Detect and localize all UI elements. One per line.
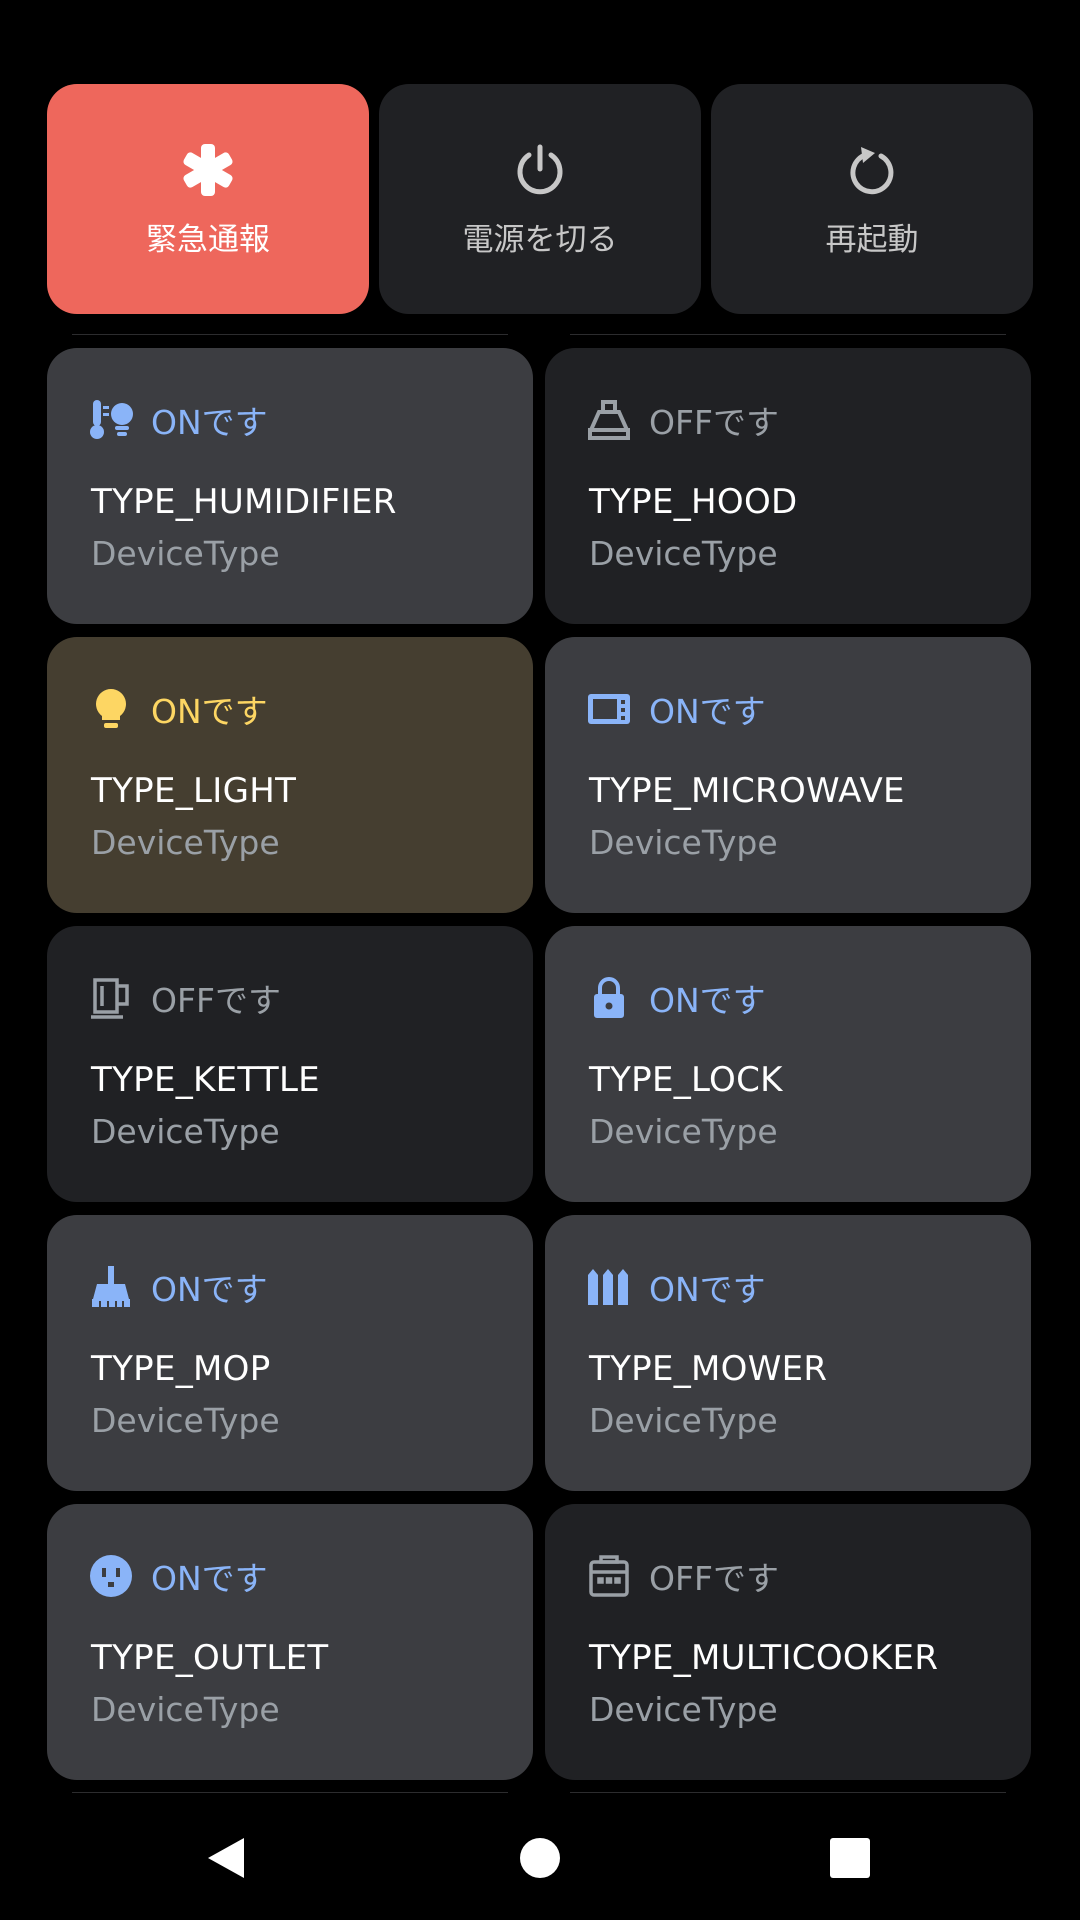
device-name: TYPE_KETTLE — [91, 1060, 320, 1100]
device-status: ONです — [151, 692, 268, 731]
device-name: TYPE_LIGHT — [91, 771, 297, 811]
outlet-icon — [89, 1554, 133, 1598]
microwave-icon — [587, 687, 631, 731]
device-tile-kettle[interactable]: OFFです TYPE_KETTLE DeviceType — [47, 926, 533, 1202]
device-status: OFFです — [649, 1559, 779, 1598]
device-tile-hood[interactable]: OFFです TYPE_HOOD DeviceType — [545, 348, 1031, 624]
humidifier-icon — [89, 398, 133, 442]
device-tile-mower[interactable]: ONです TYPE_MOWER DeviceType — [545, 1215, 1031, 1491]
device-status: OFFです — [649, 403, 779, 442]
device-tile-light[interactable]: ONです TYPE_LIGHT DeviceType — [47, 637, 533, 913]
device-name: TYPE_LOCK — [589, 1060, 783, 1100]
asterisk-icon — [178, 140, 238, 200]
device-name: TYPE_MULTICOOKER — [589, 1638, 939, 1678]
mop-icon — [89, 1265, 133, 1309]
navigation-bar — [0, 1800, 1080, 1920]
device-name: TYPE_HUMIDIFIER — [91, 482, 397, 522]
device-type: DeviceType — [589, 534, 778, 573]
kettle-icon — [89, 976, 133, 1020]
recents-button[interactable] — [820, 1828, 880, 1888]
device-tile-outlet[interactable]: ONです TYPE_OUTLET DeviceType — [47, 1504, 533, 1780]
restart-button[interactable]: 再起動 — [711, 84, 1033, 314]
device-status: ONです — [151, 403, 268, 442]
restart-icon — [842, 140, 902, 200]
device-status: ONです — [151, 1559, 268, 1598]
device-status: ONです — [649, 692, 766, 731]
device-tile-lock[interactable]: ONです TYPE_LOCK DeviceType — [545, 926, 1031, 1202]
device-name: TYPE_OUTLET — [91, 1638, 329, 1678]
power-menu: 緊急通報 電源を切る 再起動 — [47, 84, 1033, 314]
device-status: ONです — [649, 981, 766, 1020]
divider — [570, 1792, 1006, 1793]
device-type: DeviceType — [91, 823, 280, 862]
device-type: DeviceType — [589, 1112, 778, 1151]
device-tile-mop[interactable]: ONです TYPE_MOP DeviceType — [47, 1215, 533, 1491]
device-type: DeviceType — [589, 823, 778, 862]
power-off-label: 電源を切る — [462, 221, 618, 258]
lightbulb-icon — [89, 687, 133, 731]
hood-icon — [587, 398, 631, 442]
divider — [72, 1792, 508, 1793]
device-tile-multicooker[interactable]: OFFです TYPE_MULTICOOKER DeviceType — [545, 1504, 1031, 1780]
device-type: DeviceType — [91, 1401, 280, 1440]
emergency-call-label: 緊急通報 — [146, 221, 270, 258]
device-type: DeviceType — [91, 534, 280, 573]
mower-icon — [587, 1265, 631, 1309]
device-name: TYPE_MOWER — [589, 1349, 828, 1389]
emergency-call-button[interactable]: 緊急通報 — [47, 84, 369, 314]
device-type: DeviceType — [589, 1401, 778, 1440]
device-type: DeviceType — [91, 1690, 280, 1729]
lock-icon — [587, 976, 631, 1020]
restart-label: 再起動 — [825, 221, 919, 258]
recents-square-icon — [830, 1838, 870, 1878]
back-triangle-icon — [208, 1838, 244, 1878]
device-status: OFFです — [151, 981, 281, 1020]
device-tile-microwave[interactable]: ONです TYPE_MICROWAVE DeviceType — [545, 637, 1031, 913]
device-name: TYPE_HOOD — [589, 482, 798, 522]
device-name: TYPE_MICROWAVE — [589, 771, 905, 811]
divider — [72, 334, 508, 335]
device-type: DeviceType — [589, 1690, 778, 1729]
home-button[interactable] — [510, 1828, 570, 1888]
device-tile-humidifier[interactable]: ONです TYPE_HUMIDIFIER DeviceType — [47, 348, 533, 624]
back-button[interactable] — [196, 1828, 256, 1888]
device-status: ONです — [649, 1270, 766, 1309]
device-name: TYPE_MOP — [91, 1349, 271, 1389]
power-icon — [510, 140, 570, 200]
multicooker-icon — [587, 1554, 631, 1598]
device-status: ONです — [151, 1270, 268, 1309]
device-type: DeviceType — [91, 1112, 280, 1151]
power-off-button[interactable]: 電源を切る — [379, 84, 701, 314]
home-circle-icon — [520, 1838, 560, 1878]
divider — [570, 334, 1006, 335]
